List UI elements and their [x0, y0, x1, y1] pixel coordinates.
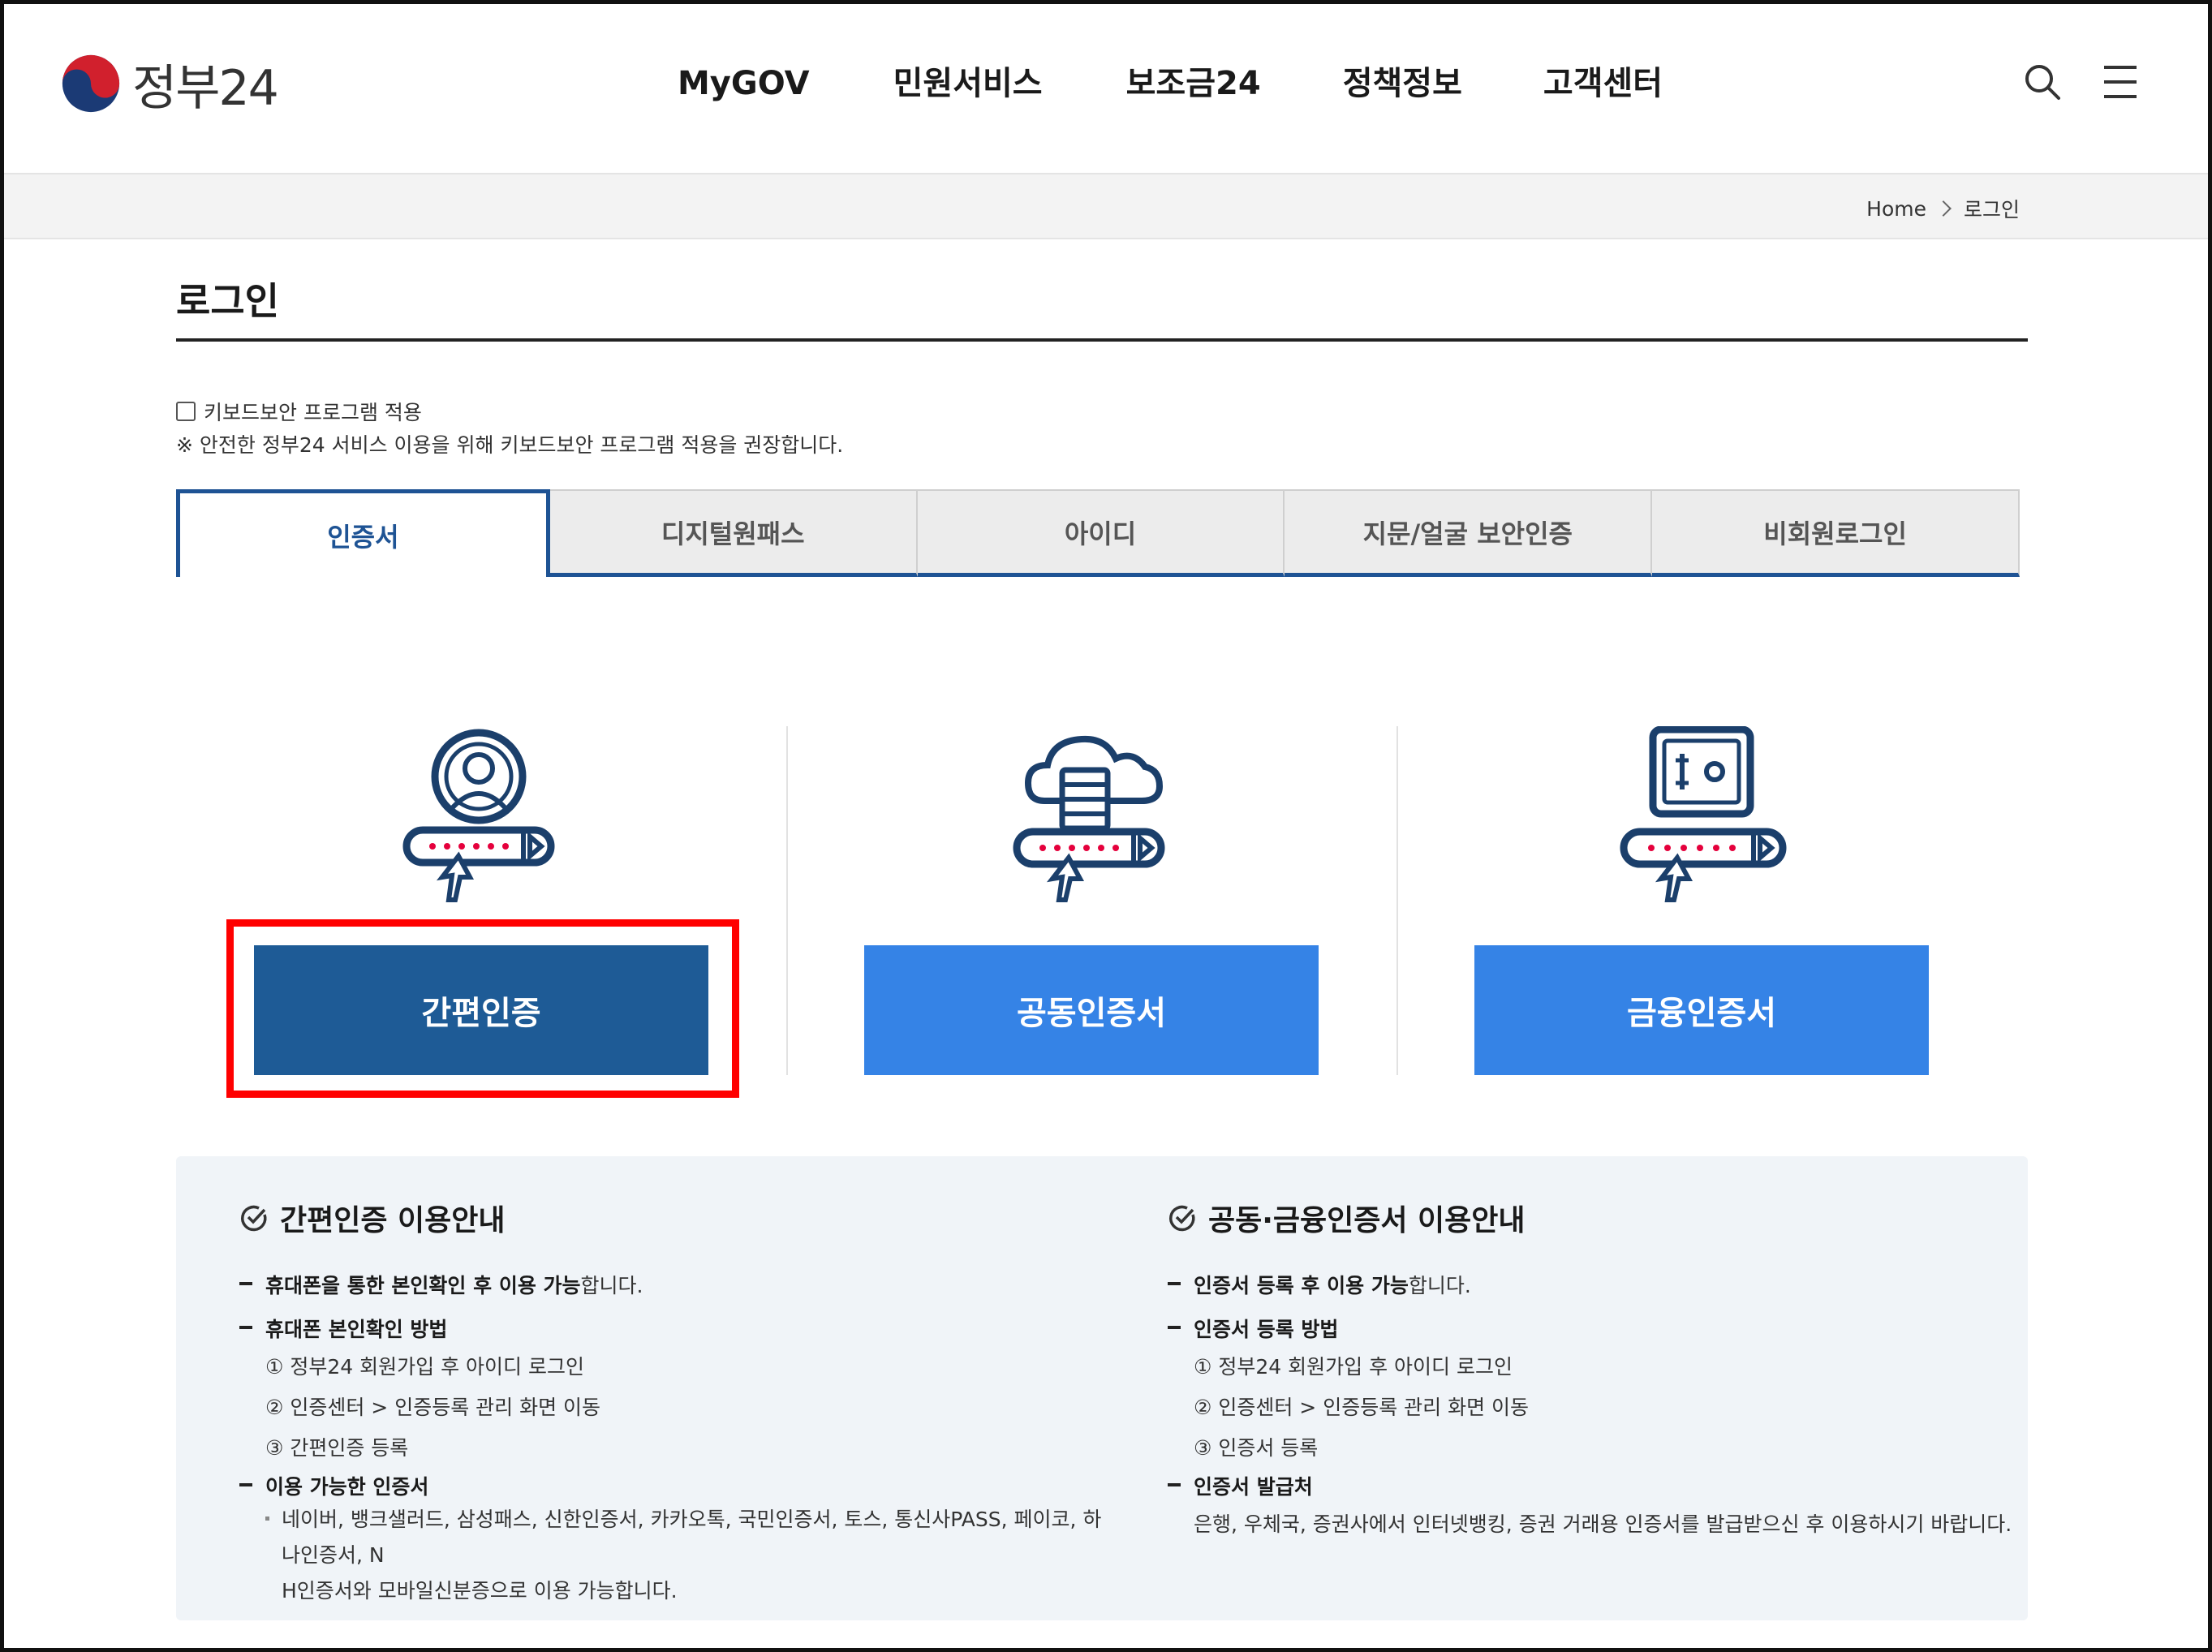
guide-step: ② 인증센터 > 인증등록 관리 화면 이동 [265, 1396, 601, 1419]
tab-certificate[interactable]: 인증서 [176, 489, 550, 577]
site-logo[interactable]: 정부24 [59, 51, 279, 117]
guide-line: 이용 가능한 인증서 [239, 1471, 428, 1500]
tab-biometric[interactable]: 지문/얼굴 보안인증 [1285, 489, 1653, 577]
guide-line: 인증서 등록 방법 [1167, 1314, 1338, 1343]
option-divider [786, 726, 788, 1075]
breadcrumb-home[interactable]: Home [1866, 197, 1926, 221]
site-header: 정부24 MyGOV 민원서비스 보조금24 정책정보 고객센터 [4, 4, 2208, 173]
guide-line: 인증서 발급처 [1168, 1471, 1313, 1500]
guide-step: ③ 간편인증 등록 [265, 1436, 409, 1460]
joint-certificate-button[interactable]: 공동인증서 [864, 945, 1319, 1075]
usage-guide-box: 간편인증 이용안내 휴대폰을 통한 본인확인 후 이용 가능합니다. 휴대폰 본… [176, 1156, 2028, 1620]
keyboard-security-note: ※ 안전한 정부24 서비스 이용을 위해 키보드보안 프로그램 적용을 권장합… [176, 433, 844, 457]
nav-customer-center[interactable]: 고객센터 [1543, 53, 1663, 114]
simple-auth-person-icon [402, 729, 555, 902]
logo-text: 정부24 [132, 59, 279, 117]
guide-line: 휴대폰을 통한 본인확인 후 이용 가능합니다. [239, 1270, 643, 1299]
keyboard-security-row: 키보드보안 프로그램 적용 [176, 397, 422, 426]
page-title: 로그인 [176, 279, 279, 323]
chevron-right-icon [1935, 200, 1952, 217]
guide-line: 인증서 등록 후 이용 가능합니다. [1168, 1270, 1471, 1299]
login-method-tabs: 인증서 디지털원패스 아이디 지문/얼굴 보안인증 비회원로그인 [176, 489, 2020, 577]
browser-page: 정부24 MyGOV 민원서비스 보조금24 정책정보 고객센터 Home 로그… [0, 0, 2212, 1652]
main-nav: MyGOV 민원서비스 보조금24 정책정보 고객센터 [678, 53, 1663, 114]
available-certs-text: 네이버, 뱅크샐러드, 삼성패스, 신한인증서, 카카오톡, 국민인증서, 토스… [265, 1502, 1117, 1609]
breadcrumb: Home 로그인 [1866, 194, 2020, 223]
highlight-box [226, 919, 739, 1098]
cert-guide-title: 공동·금융인증서 이용안내 [1168, 1197, 1526, 1239]
issuer-text: 은행, 우체국, 증권사에서 인터넷뱅킹, 증권 거래용 인증서를 발급받으신 … [1194, 1512, 2012, 1536]
nav-mygov[interactable]: MyGOV [678, 53, 810, 114]
taegeuk-logo-icon [62, 54, 120, 113]
tab-digital-onepass[interactable]: 디지털원패스 [549, 489, 918, 577]
search-icon[interactable] [2021, 61, 2064, 103]
nav-subsidy[interactable]: 보조금24 [1126, 53, 1261, 114]
option-divider [1396, 726, 1398, 1075]
hamburger-menu-icon[interactable] [2099, 61, 2141, 103]
check-circle-icon [1169, 1205, 1195, 1232]
guide-line: 휴대폰 본인확인 방법 [239, 1314, 447, 1343]
guide-step: ① 정부24 회원가입 후 아이디 로그인 [265, 1355, 584, 1379]
keyboard-security-checkbox[interactable] [176, 402, 196, 421]
guide-step: ① 정부24 회원가입 후 아이디 로그인 [1194, 1355, 1513, 1379]
guide-step: ② 인증센터 > 인증등록 관리 화면 이동 [1194, 1396, 1530, 1419]
nav-policy-info[interactable]: 정책정보 [1343, 53, 1462, 114]
keyboard-security-label[interactable]: 키보드보안 프로그램 적용 [204, 397, 422, 426]
check-circle-icon [241, 1205, 267, 1232]
title-divider [176, 338, 2028, 342]
breadcrumb-band: Home 로그인 [4, 173, 2208, 239]
joint-cert-cloud-icon [1013, 735, 1165, 902]
breadcrumb-current: 로그인 [1963, 198, 2020, 222]
guide-step: ③ 인증서 등록 [1194, 1436, 1319, 1460]
tab-id[interactable]: 아이디 [917, 489, 1285, 577]
tab-guest-login[interactable]: 비회원로그인 [1652, 489, 2020, 577]
nav-civil-service[interactable]: 민원서비스 [893, 53, 1043, 114]
financial-certificate-button[interactable]: 금융인증서 [1474, 945, 1929, 1075]
simple-auth-guide-title: 간편인증 이용안내 [239, 1197, 506, 1239]
financial-cert-safe-icon [1620, 726, 1787, 902]
